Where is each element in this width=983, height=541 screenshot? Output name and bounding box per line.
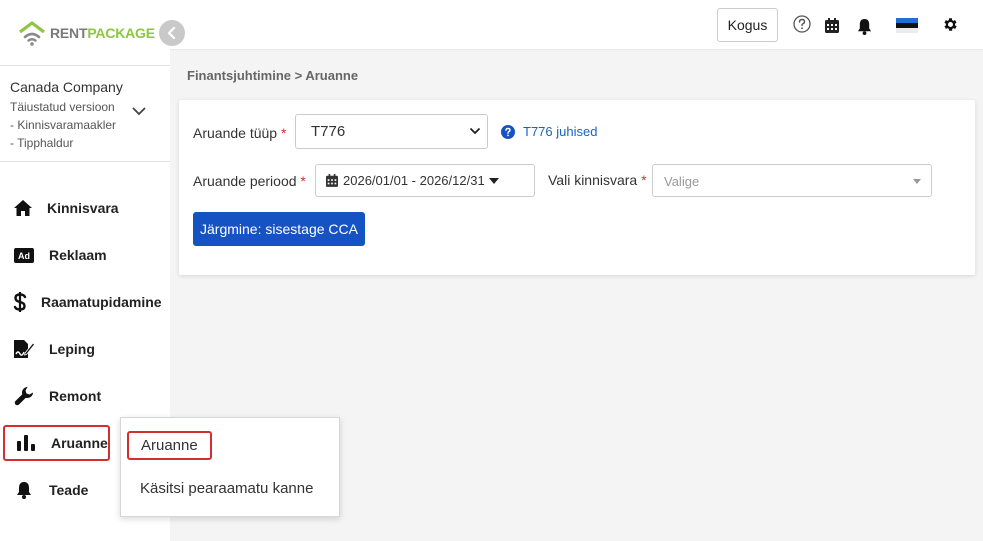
svg-text:Ad: Ad [18,251,30,261]
notification-bell-icon[interactable] [857,18,872,35]
submenu-item-manual-ledger-entry[interactable]: Käsitsi pearaamatu kanne [140,480,313,497]
sidebar-item-remont[interactable]: Remont [3,378,110,414]
report-period-picker[interactable]: 2026/01/01 - 2026/12/31 [315,164,535,197]
calendar-icon[interactable] [825,18,839,33]
kogus-button[interactable]: Kogus [717,8,778,42]
submenu-item-aruanne[interactable]: Aruanne [127,431,212,460]
wrench-icon [13,385,35,407]
contract-icon [13,338,35,360]
company-switcher[interactable]: Canada Company Täiustatud versioon - Kin… [0,66,170,162]
aruanne-submenu: Aruanne Käsitsi pearaamatu kanne [120,417,340,517]
topbar: Kogus [170,0,983,50]
sidebar-item-label: Aruanne [51,435,108,451]
ad-icon: Ad [13,244,35,266]
chevron-left-icon [167,27,176,39]
company-role-2: - Tipphaldur [10,136,74,150]
question-circle-icon [501,124,515,139]
logo-text: RENTPACKAGE [50,25,155,41]
sidebar-item-reklaam[interactable]: Ad Reklaam [3,237,110,273]
dollar-icon [13,291,27,313]
bell-icon [13,479,35,501]
report-type-value: T776 [311,123,346,140]
company-name: Canada Company [10,79,123,95]
chevron-down-icon [469,127,481,135]
sidebar-item-label: Leping [49,341,95,357]
report-type-label: Aruande tüüp * [193,125,287,141]
bar-chart-icon [15,432,37,454]
property-label: Vali kinnisvara * [548,172,647,188]
t776-help-link[interactable]: T776 juhised [501,124,597,139]
report-period-label: Aruande periood * [193,173,306,189]
help-icon[interactable] [793,15,811,33]
report-form-card: Aruande tüüp * T776 T776 juhised Aruande… [179,100,975,275]
company-role-1: - Kinnisvaramaakler [10,118,117,132]
sidebar-item-label: Teade [49,482,89,498]
sidebar-item-teade[interactable]: Teade [3,472,110,508]
chevron-down-icon[interactable] [132,106,146,116]
report-period-value: 2026/01/01 - 2026/12/31 [343,173,485,188]
help-link-text: T776 juhised [523,124,598,139]
sidebar-item-kinnisvara[interactable]: Kinnisvara [3,190,119,226]
report-type-select[interactable]: T776 [295,114,488,149]
sidebar-item-label: Reklaam [49,247,107,263]
caret-down-icon [913,179,921,184]
logo-row: RENTPACKAGE [0,0,170,66]
caret-down-icon [488,177,499,184]
next-enter-cca-button[interactable]: Järgmine: sisestage CCA [193,212,365,246]
sidebar-item-label: Remont [49,388,102,404]
calendar-icon [326,174,338,187]
sidebar-item-raamatupidamine[interactable]: Raamatupidamine [3,284,162,320]
estonian-flag-icon[interactable] [896,18,918,33]
sidebar-item-label: Raamatupidamine [41,294,162,310]
sidebar-item-leping[interactable]: Leping [3,331,110,367]
property-select[interactable]: Valige [652,164,932,197]
sidebar-item-aruanne[interactable]: Aruanne [3,425,110,461]
logo[interactable]: RENTPACKAGE [18,20,155,46]
sidebar-collapse-button[interactable] [159,20,185,46]
settings-gear-icon[interactable] [942,16,959,33]
wifi-house-icon [19,21,45,46]
home-icon [13,197,33,219]
property-placeholder: Valige [664,174,700,189]
sidebar-item-label: Kinnisvara [47,200,119,216]
company-plan: Täiustatud versioon [10,100,115,114]
breadcrumb: Finantsjuhtimine > Aruanne [187,68,359,83]
